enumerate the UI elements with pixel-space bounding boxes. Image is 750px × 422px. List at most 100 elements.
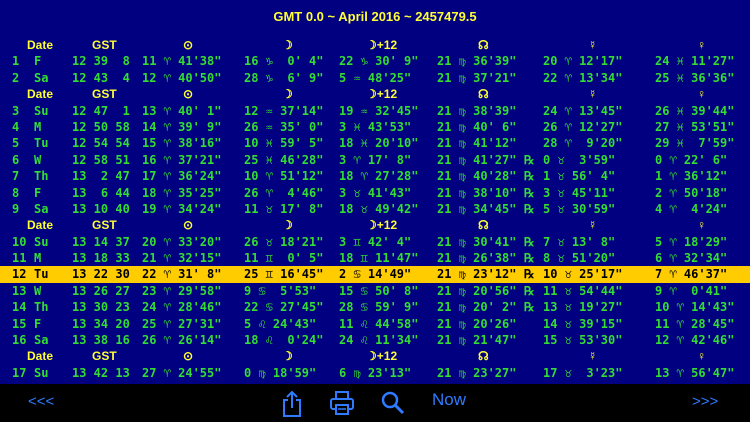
node-position: 21 ♍ 34'45" ℞ <box>437 201 535 216</box>
gst-value: 13 2 47 <box>72 169 130 184</box>
sun-position: 23 ♈ 29'58" <box>142 283 222 298</box>
node-position: 21 ♍ 38'39" <box>437 103 517 118</box>
node-position: 21 ♍ 23'27" <box>437 365 517 380</box>
node-position: 21 ♍ 41'27" ℞ <box>437 152 535 167</box>
table-row: 3 Su 12 47 1 13 ♈ 40' 1" 12 ♒ 37'14" 19 ♒ 32'… <box>0 103 750 119</box>
day-number: 5 <box>12 136 20 151</box>
sun-position: 20 ♈ 33'20" <box>142 234 222 249</box>
next-button[interactable]: >>> <box>692 393 718 410</box>
table-row: 2 Sa 12 43 4 12 ♈ 40'50" 28 ♑ 6' 9" 5 ♒ 48'25… <box>0 70 750 86</box>
search-icon[interactable] <box>380 390 406 420</box>
header-gst: GST <box>92 349 117 364</box>
sun-position: 12 ♈ 40'50" <box>142 70 222 85</box>
gst-value: 13 38 16 <box>72 333 130 348</box>
bottom-toolbar: <<< Now >>> <box>0 384 750 422</box>
mercury-position: 10 ♉ 25'17" <box>543 267 623 282</box>
sun-position: 27 ♈ 24'55" <box>142 365 222 380</box>
node-position: 21 ♍ 38'10" ℞ <box>437 185 535 200</box>
day-number: 2 <box>12 70 20 85</box>
moon-plus-12-position: 28 ♋ 59' 9" <box>339 300 419 315</box>
now-button[interactable]: Now <box>432 390 466 410</box>
moon-plus-12-position: 5 ♒ 48'25" <box>339 70 412 85</box>
header-sun-icon: ⊙ <box>183 349 194 364</box>
venus-position: 5 ♈ 18'29" <box>655 234 728 249</box>
mercury-position: 22 ♈ 13'34" <box>543 70 623 85</box>
table-row: 9 Sa 13 10 40 19 ♈ 34'24" 11 ♉ 17' 8" 18 ♉ 49… <box>0 201 750 217</box>
header-sun-icon: ⊙ <box>183 218 194 233</box>
moon-position: 16 ♑ 0' 4" <box>244 54 324 69</box>
table-row: 14 Th 13 30 23 24 ♈ 28'46" 22 ♋ 27'45" 28 ♋ 5… <box>0 299 750 315</box>
previous-button[interactable]: <<< <box>28 393 54 410</box>
venus-position: 2 ♈ 50'18" <box>655 185 728 200</box>
mercury-position: 20 ♈ 12'17" <box>543 54 623 69</box>
table-row: 4 M 12 50 58 14 ♈ 39' 9" 26 ♒ 35' 0" 3 ♓ 43'5… <box>0 119 750 135</box>
moon-position: 11 ♉ 17' 8" <box>244 201 324 216</box>
venus-position: 11 ♈ 28'45" <box>655 316 735 331</box>
mercury-position: 14 ♉ 39'15" <box>543 316 623 331</box>
venus-position: 10 ♈ 14'43" <box>655 300 735 315</box>
moon-plus-12-position: 6 ♍ 23'13" <box>339 365 412 380</box>
moon-position: 11 ♊ 0' 5" <box>244 251 324 266</box>
header-venus-icon: ♀ <box>697 38 706 52</box>
table-row: 17 Su 13 42 13 27 ♈ 24'55" 0 ♍ 18'59" 6 ♍ 23'… <box>0 365 750 381</box>
table-row-selected: 12 Tu 13 22 30 22 ♈ 31' 8" 25 ♊ 16'45" 2 ♋ 14… <box>0 266 750 283</box>
gst-value: 12 39 8 <box>72 54 130 69</box>
column-header-row: Date GST ⊙ ☽ ☽+12 ☊ ☿ ♀ <box>0 86 750 102</box>
moon-plus-12-position: 3 ♓ 43'53" <box>339 119 412 134</box>
header-venus-icon: ♀ <box>697 349 706 364</box>
mercury-position: 26 ♈ 12'27" <box>543 119 623 134</box>
node-position: 21 ♍ 36'39" <box>437 54 517 69</box>
mercury-position: 0 ♉ 3'59" <box>543 152 616 167</box>
moon-plus-12-position: 15 ♋ 50' 8" <box>339 283 419 298</box>
venus-position: 6 ♈ 32'34" <box>655 251 728 266</box>
sun-position: 11 ♈ 41'38" <box>142 54 222 69</box>
column-header-row: Date GST ⊙ ☽ ☽+12 ☊ ☿ ♀ <box>0 348 750 364</box>
day-number: 7 <box>12 169 20 184</box>
gst-value: 13 18 33 <box>72 251 130 266</box>
venus-position: 12 ♈ 42'46" <box>655 333 735 348</box>
moon-position: 25 ♊ 16'45" <box>244 267 324 282</box>
sun-position: 18 ♈ 35'25" <box>142 185 222 200</box>
header-moon-icon: ☽ <box>282 38 293 52</box>
share-icon[interactable] <box>281 390 303 422</box>
gst-value: 12 54 54 <box>72 136 130 151</box>
venus-position: 4 ♈ 4'24" <box>655 201 728 216</box>
node-position: 21 ♍ 37'21" <box>437 70 517 85</box>
gst-value: 12 58 51 <box>72 152 130 167</box>
venus-position: 0 ♈ 22' 6" <box>655 152 728 167</box>
day-of-week: Sa <box>34 333 49 348</box>
day-number: 15 <box>12 316 27 331</box>
day-of-week: Su <box>34 365 49 380</box>
gst-value: 13 26 27 <box>72 283 130 298</box>
moon-position: 9 ♋ 5'53" <box>244 283 317 298</box>
moon-plus-12-position: 18 ♓ 20'10" <box>339 136 419 151</box>
sun-position: 13 ♈ 40' 1" <box>142 103 222 118</box>
header-gst: GST <box>92 38 117 52</box>
day-of-week: Th <box>34 169 49 184</box>
moon-position: 26 ♒ 35' 0" <box>244 119 324 134</box>
gst-value: 13 10 40 <box>72 201 130 216</box>
header-mercury-icon: ☿ <box>588 38 597 52</box>
day-of-week: F <box>34 54 42 69</box>
node-position: 21 ♍ 23'12" ℞ <box>437 267 535 282</box>
venus-position: 25 ♓ 36'36" <box>655 70 735 85</box>
day-number: 9 <box>12 201 20 216</box>
sun-position: 21 ♈ 32'15" <box>142 251 222 266</box>
printer-icon[interactable] <box>329 390 355 420</box>
mercury-position: 3 ♉ 45'11" <box>543 185 616 200</box>
moon-plus-12-position: 3 ♉ 41'43" <box>339 185 412 200</box>
gst-value: 13 22 30 <box>72 267 130 282</box>
moon-plus-12-position: 24 ♌ 11'34" <box>339 333 419 348</box>
moon-position: 22 ♋ 27'45" <box>244 300 324 315</box>
venus-position: 13 ♈ 56'47" <box>655 365 735 380</box>
table-row: 5 Tu 12 54 54 15 ♈ 38'16" 10 ♓ 59' 5" 18 ♓ 20… <box>0 135 750 151</box>
venus-position: 26 ♓ 39'44" <box>655 103 735 118</box>
gst-value: 12 43 4 <box>72 70 130 85</box>
header-node-icon: ☊ <box>478 87 489 102</box>
table-row: 11 M 13 18 33 21 ♈ 32'15" 11 ♊ 0' 5" 18 ♊ 11'… <box>0 250 750 266</box>
sun-position: 19 ♈ 34'24" <box>142 201 222 216</box>
node-position: 21 ♍ 20' 2" ℞ <box>437 300 535 315</box>
day-number: 13 <box>12 283 27 298</box>
day-of-week: F <box>34 185 42 200</box>
day-of-week: M <box>34 251 42 266</box>
